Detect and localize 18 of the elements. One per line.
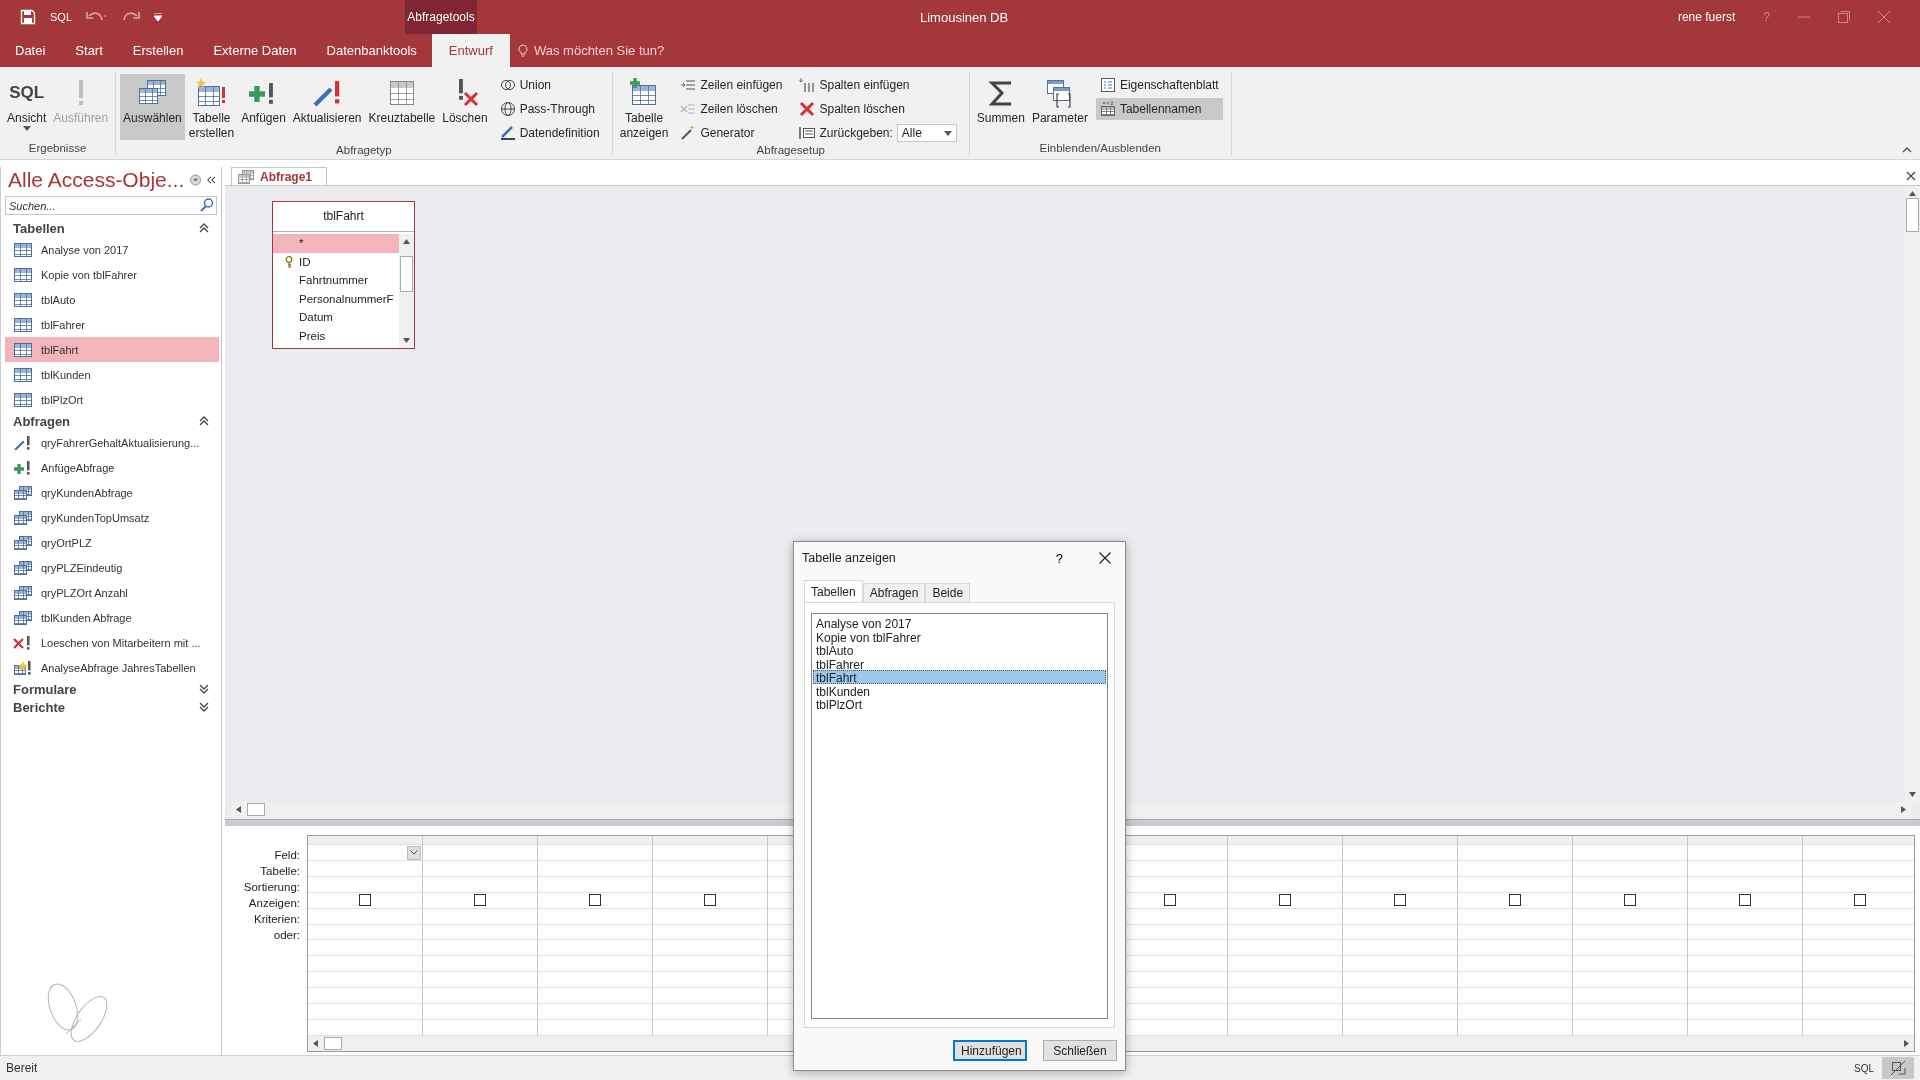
context-tab-label: Abfragetools xyxy=(405,0,477,34)
group-label: Abfragesetup xyxy=(755,144,826,158)
row-label: Kriterien: xyxy=(252,912,300,927)
user-name: rene fuerst xyxy=(1677,10,1736,24)
window-title: Limousinen DB xyxy=(920,9,1009,25)
field-label: Zurückgeben: xyxy=(819,126,893,140)
field-list-title: tblFahrt xyxy=(273,202,414,232)
row-label: Feld: xyxy=(273,848,300,863)
status-text: Bereit xyxy=(6,1061,39,1075)
navigation-title: Alle Access-Obje... xyxy=(8,168,185,192)
row-label: Sortierung: xyxy=(242,880,300,895)
dialog-title: Tabelle anzeigen xyxy=(802,551,897,565)
group-label: Einblenden/Ausblenden xyxy=(1038,142,1162,156)
row-label: Tabelle: xyxy=(259,864,300,879)
row-label: Anzeigen: xyxy=(247,896,300,911)
group-label: Ergebnisse xyxy=(27,142,88,156)
row-label: oder: xyxy=(272,928,300,943)
group-label: Abfragetyp xyxy=(335,144,393,158)
